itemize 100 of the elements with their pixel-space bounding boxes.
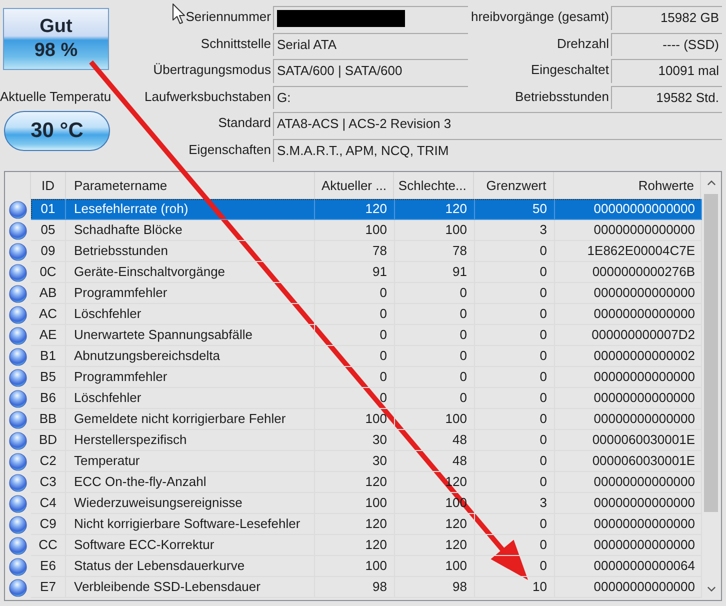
table-cell: 30 (315, 451, 395, 472)
table-cell: 0 (475, 388, 555, 409)
scroll-up-icon[interactable] (706, 180, 716, 186)
attribute-id: B1 (31, 346, 66, 367)
info-field: Serial ATA (273, 32, 468, 56)
table-cell: 120 (315, 472, 395, 493)
status-dot-icon (9, 536, 27, 554)
info-field: 19582 Std. (611, 86, 722, 109)
status-dot-icon (9, 200, 27, 218)
info-field: S.M.A.R.T., APM, NCQ, TRIM (273, 138, 722, 162)
table-cell: 120 (395, 199, 475, 220)
attribute-name: ECC On-the-fly-Anzahl (66, 472, 315, 493)
attribute-name: Abnutzungsbereichsdelta (66, 346, 315, 367)
status-dot-icon (9, 578, 27, 596)
status-dot-icon (9, 242, 27, 260)
status-dot-icon (9, 306, 27, 324)
attribute-name: Verbleibende SSD-Lebensdauer (66, 577, 315, 598)
table-cell: 0 (315, 304, 395, 325)
table-cell: 0 (475, 409, 555, 430)
table-cell: 91 (395, 262, 475, 283)
table-cell: 91 (315, 262, 395, 283)
attribute-name: Status der Lebensdauerkurve (66, 556, 315, 577)
info-field: ---- (SSD) (611, 32, 722, 56)
status-dot-icon (9, 452, 27, 470)
attribute-name: Löschfehler (66, 388, 315, 409)
temperature-label: Aktuelle Temperatu (0, 89, 112, 105)
attribute-id: BD (31, 430, 66, 451)
info-label: Seriennummer (186, 8, 272, 26)
attribute-name: Programmfehler (66, 367, 315, 388)
attribute-name: Unerwartete Spannungsabfälle (66, 325, 315, 346)
info-label: hreibvorgänge (gesamt) (470, 8, 610, 26)
table-cell: 120 (315, 535, 395, 556)
attribute-name: Software ECC-Korrektur (66, 535, 315, 556)
table-cell: 100 (395, 556, 475, 577)
table-cell: 120 (315, 514, 395, 535)
attribute-id: E6 (31, 556, 66, 577)
table-cell: 100 (315, 220, 395, 241)
status-dot-icon (9, 494, 27, 512)
table-row[interactable]: 01 Lesefehlerrate (roh) 120 120 50 00000000000000 (31, 199, 702, 220)
info-label: Drehzahl (556, 34, 610, 52)
info-label: Standard (218, 114, 272, 132)
status-dot-icon (9, 368, 27, 386)
status-dot-icon (9, 264, 27, 282)
table-cell: 0 (475, 451, 555, 472)
table-cell: 50 (475, 199, 555, 220)
status-dot-icon (9, 284, 27, 302)
attribute-name: Herstellerspezifisch (66, 430, 315, 451)
table-cell: 30 (315, 430, 395, 451)
attribute-id: E7 (31, 577, 66, 598)
table-cell: 0 (395, 325, 475, 346)
attribute-id: BB (31, 409, 66, 430)
attribute-id: 01 (31, 199, 66, 220)
attribute-id: C2 (31, 451, 66, 472)
table-cell: 3 (475, 220, 555, 241)
scrollbar-thumb[interactable] (704, 194, 718, 512)
info-label: Laufwerksbuchstaben (144, 88, 272, 106)
info-field: ATA8-ACS | ACS-2 Revision 3 (273, 112, 722, 136)
status-dot-icon (9, 390, 27, 408)
attribute-name: Wiederzuweisungsereignisse (66, 493, 315, 514)
status-dot-icon (9, 558, 27, 576)
attribute-id: AE (31, 325, 66, 346)
mouse-pointer-icon (172, 3, 186, 25)
scroll-down-icon[interactable] (706, 586, 716, 592)
table-cell: 98 (315, 577, 395, 598)
table-cell: 0 (395, 367, 475, 388)
table-cell: 100 (315, 556, 395, 577)
table-cell: 0 (475, 430, 555, 451)
info-field: G: (273, 86, 468, 109)
table-cell: 120 (315, 199, 395, 220)
table-cell: 0 (475, 346, 555, 367)
attribute-id: AC (31, 304, 66, 325)
temperature-badge: 30 °C (4, 111, 110, 151)
status-dot-icon (9, 474, 27, 492)
attribute-name: Temperatur (66, 451, 315, 472)
status-dot-icon (9, 410, 27, 428)
info-field: 15982 GB (611, 6, 722, 30)
info-label: Eingeschaltet (530, 61, 610, 79)
info-label: Schnittstelle (200, 34, 272, 52)
table-cell: 0 (395, 283, 475, 304)
attribute-name: Nicht korrigierbare Software-Lesefehler (66, 514, 315, 535)
info-field: SATA/600 | SATA/600 (273, 59, 468, 82)
status-dot-icon (9, 348, 27, 366)
table-cell: 0 (315, 283, 395, 304)
attribute-id: B6 (31, 388, 66, 409)
table-cell: 10 (475, 577, 555, 598)
table-cell: 0 (395, 304, 475, 325)
table-cell: 0 (395, 346, 475, 367)
attribute-id: 05 (31, 220, 66, 241)
table-cell: 0 (475, 241, 555, 262)
table-row[interactable]: E7 Verbleibende SSD-Lebensdauer 98 98 10 00000000000000 (31, 577, 702, 598)
health-status-text: Gut (40, 16, 72, 38)
table-cell: 100 (395, 220, 475, 241)
info-field: 10091 mal (611, 59, 722, 82)
status-dot-icon (9, 432, 27, 450)
attribute-id: CC (31, 535, 66, 556)
table-cell: 98 (395, 577, 475, 598)
info-label: Eigenschaften (188, 140, 272, 159)
attribute-id: AB (31, 283, 66, 304)
attribute-id: C3 (31, 472, 66, 493)
table-cell: 0 (395, 388, 475, 409)
